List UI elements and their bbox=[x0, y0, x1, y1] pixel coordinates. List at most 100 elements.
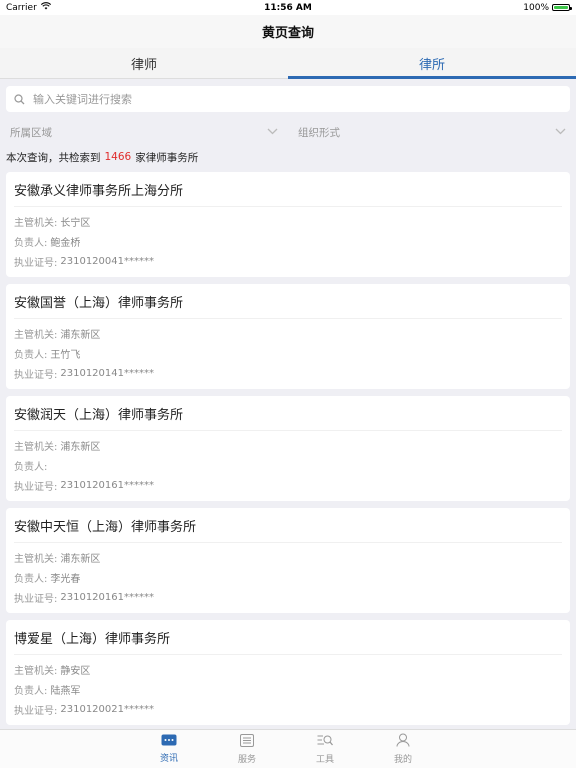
page-title: 黄页查询 bbox=[261, 26, 314, 41]
nav-bar: 黄页查询 bbox=[0, 15, 576, 48]
license-row: 执业证号: 2310120161****** bbox=[14, 475, 562, 495]
firm-card[interactable]: 安徽润天（上海）律师事务所 主管机关: 浦东新区 负责人: 执业证号: 231012… bbox=[6, 396, 570, 501]
license-label: 执业证号: bbox=[14, 705, 58, 717]
firm-card[interactable]: 安徽承义律师事务所上海分所 主管机关: 长宁区 负责人: 鲍金桥 执业证号: 2310… bbox=[6, 172, 570, 277]
head-label: 负责人: bbox=[14, 573, 48, 585]
segment-tabs: 律师 律所 bbox=[0, 48, 576, 79]
license-value: 2310120161****** bbox=[60, 479, 154, 491]
status-right: 100% bbox=[523, 2, 572, 13]
authority-value: 长宁区 bbox=[60, 217, 91, 229]
org-form-filter-label: 组织形式 bbox=[298, 126, 340, 139]
battery-percent: 100% bbox=[523, 2, 549, 13]
license-row: 执业证号: 2310120161****** bbox=[14, 587, 562, 607]
head-label: 负责人: bbox=[14, 237, 48, 249]
license-row: 执业证号: 2310120141****** bbox=[14, 363, 562, 383]
head-value: 鲍金桥 bbox=[50, 237, 81, 249]
head-row: 负责人: 李光春 bbox=[14, 567, 562, 587]
license-value: 2310120161****** bbox=[60, 591, 154, 603]
firm-name: 博爱星（上海）律师事务所 bbox=[14, 620, 562, 655]
profile-icon bbox=[396, 733, 410, 752]
chevron-down-icon bbox=[267, 126, 278, 138]
authority-label: 主管机关: bbox=[14, 217, 58, 229]
license-label: 执业证号: bbox=[14, 369, 58, 381]
tab-law-firms[interactable]: 律所 bbox=[288, 48, 576, 79]
service-icon bbox=[240, 733, 254, 752]
head-value: 王竹飞 bbox=[50, 349, 81, 361]
license-label: 执业证号: bbox=[14, 481, 58, 493]
authority-value: 静安区 bbox=[60, 665, 91, 677]
authority-row: 主管机关: 长宁区 bbox=[14, 211, 562, 231]
result-suffix: 家律师事务所 bbox=[135, 151, 199, 164]
firm-name: 安徽润天（上海）律师事务所 bbox=[14, 396, 562, 431]
license-label: 执业证号: bbox=[14, 593, 58, 605]
firm-name: 安徽承义律师事务所上海分所 bbox=[14, 172, 562, 207]
head-row: 负责人: 陆燕军 bbox=[14, 679, 562, 699]
tabbar-profile[interactable]: 我的 bbox=[364, 730, 442, 768]
search-area bbox=[0, 79, 576, 118]
firm-name: 安徽国誉（上海）律师事务所 bbox=[14, 284, 562, 319]
authority-value: 浦东新区 bbox=[60, 441, 101, 453]
search-icon bbox=[14, 93, 25, 105]
authority-row: 主管机关: 浦东新区 bbox=[14, 323, 562, 343]
firm-list: 安徽承义律师事务所上海分所 主管机关: 长宁区 负责人: 鲍金桥 执业证号: 2310… bbox=[0, 172, 576, 725]
head-label: 负责人: bbox=[14, 461, 48, 473]
tabbar-tools[interactable]: 工具 bbox=[286, 730, 364, 768]
tab-lawyers-label: 律师 bbox=[130, 57, 157, 73]
head-row: 负责人: 王竹飞 bbox=[14, 343, 562, 363]
result-prefix: 本次查询，共检索到 bbox=[6, 151, 101, 164]
tabbar-service-label: 服务 bbox=[237, 754, 256, 765]
status-left: Carrier bbox=[6, 2, 51, 13]
status-bar: Carrier 11:56 AM 100% bbox=[0, 0, 576, 15]
result-count: 1466 bbox=[104, 151, 132, 163]
carrier-label: Carrier bbox=[6, 2, 37, 13]
search-input[interactable] bbox=[31, 91, 562, 107]
head-row: 负责人: bbox=[14, 455, 562, 475]
tabbar-profile-label: 我的 bbox=[393, 755, 412, 765]
org-form-filter[interactable]: 组织形式 bbox=[288, 118, 576, 146]
chevron-down-icon bbox=[555, 126, 566, 138]
firm-card[interactable]: 博爱星（上海）律师事务所 主管机关: 静安区 负责人: 陆燕军 执业证号: 23101… bbox=[6, 620, 570, 725]
license-row: 执业证号: 2310120041****** bbox=[14, 251, 562, 271]
head-label: 负责人: bbox=[14, 349, 48, 361]
result-summary: 本次查询，共检索到 1466 家律师事务所 bbox=[0, 146, 576, 172]
license-label: 执业证号: bbox=[14, 257, 58, 269]
firm-card[interactable]: 安徽中天恒（上海）律师事务所 主管机关: 浦东新区 负责人: 李光春 执业证号: 23… bbox=[6, 508, 570, 613]
firm-details: 主管机关: 静安区 负责人: 陆燕军 执业证号: 2310120021****** bbox=[14, 655, 562, 725]
head-label: 负责人: bbox=[14, 685, 48, 697]
status-time: 11:56 AM bbox=[264, 2, 312, 13]
authority-label: 主管机关: bbox=[14, 665, 58, 677]
license-value: 2310120141****** bbox=[60, 367, 154, 379]
battery-icon bbox=[552, 4, 572, 11]
firm-details: 主管机关: 浦东新区 负责人: 王竹飞 执业证号: 2310120141****** bbox=[14, 319, 562, 389]
news-icon bbox=[161, 734, 177, 751]
head-row: 负责人: 鲍金桥 bbox=[14, 231, 562, 251]
region-filter[interactable]: 所属区域 bbox=[0, 118, 288, 146]
head-value: 李光春 bbox=[50, 573, 81, 585]
tabbar-tools-label: 工具 bbox=[315, 754, 334, 765]
firm-details: 主管机关: 长宁区 负责人: 鲍金桥 执业证号: 2310120041****** bbox=[14, 207, 562, 277]
head-value: 陆燕军 bbox=[50, 685, 81, 697]
authority-value: 浦东新区 bbox=[60, 553, 101, 565]
firm-name: 安徽中天恒（上海）律师事务所 bbox=[14, 508, 562, 543]
authority-row: 主管机关: 静安区 bbox=[14, 659, 562, 679]
tabbar-service[interactable]: 服务 bbox=[208, 730, 286, 768]
authority-row: 主管机关: 浦东新区 bbox=[14, 435, 562, 455]
firm-details: 主管机关: 浦东新区 负责人: 执业证号: 2310120161****** bbox=[14, 431, 562, 501]
search-box[interactable] bbox=[6, 86, 570, 112]
authority-row: 主管机关: 浦东新区 bbox=[14, 547, 562, 567]
firm-details: 主管机关: 浦东新区 负责人: 李光春 执业证号: 2310120161****** bbox=[14, 543, 562, 613]
firm-card[interactable]: 安徽国誉（上海）律师事务所 主管机关: 浦东新区 负责人: 王竹飞 执业证号: 231… bbox=[6, 284, 570, 389]
authority-label: 主管机关: bbox=[14, 553, 58, 565]
tabbar-news[interactable]: 资讯 bbox=[130, 730, 208, 768]
authority-label: 主管机关: bbox=[14, 441, 58, 453]
wifi-icon bbox=[40, 2, 51, 13]
tools-icon bbox=[317, 734, 333, 752]
region-filter-label: 所属区域 bbox=[10, 126, 52, 139]
tab-lawyers[interactable]: 律师 bbox=[0, 48, 288, 78]
authority-label: 主管机关: bbox=[14, 329, 58, 341]
tabbar-news-label: 资讯 bbox=[159, 754, 178, 764]
filter-bar: 所属区域 组织形式 bbox=[0, 118, 576, 146]
bottom-tab-bar: 资讯 服务 工具 我的 bbox=[0, 729, 576, 768]
authority-value: 浦东新区 bbox=[60, 329, 101, 341]
license-value: 2310120041****** bbox=[60, 255, 154, 267]
